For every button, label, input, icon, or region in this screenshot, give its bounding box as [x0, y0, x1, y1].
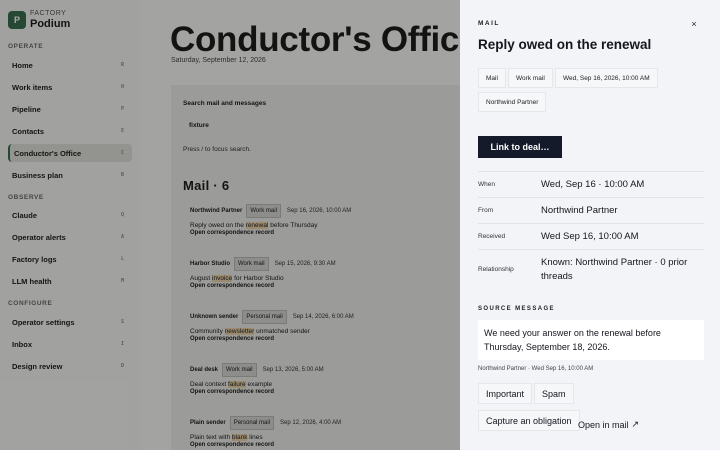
modal-backdrop[interactable]	[0, 0, 460, 450]
link-to-deal-button[interactable]: Link to deal…	[478, 136, 562, 158]
field-relationship: Relationship Known: Northwind Partner · …	[478, 249, 704, 289]
spam-button[interactable]: Spam	[534, 383, 574, 404]
field-when: When Wed, Sep 16 · 10:00 AM	[478, 171, 704, 197]
chip-contact: Northwind Partner	[478, 92, 547, 112]
chip-date: Wed, Sep 16, 2026, 10:00 AM	[555, 68, 658, 88]
external-link-icon: ↗	[631, 419, 640, 429]
chip-category: Work mail	[508, 68, 553, 88]
source-message-meta: Northwind Partner · Wed Sep 16, 10:00 AM	[478, 366, 594, 372]
chip-kind: Mail	[478, 68, 506, 88]
drawer-kicker: MAIL	[478, 20, 500, 27]
close-icon[interactable]: ×	[688, 18, 700, 30]
drawer-title: Reply owed on the renewal	[478, 37, 652, 52]
field-received: Received Wed Sep 16, 10:00 AM	[478, 223, 704, 249]
source-message-body: We need your answer on the renewal befor…	[478, 320, 704, 360]
mail-detail-drawer: MAIL × Reply owed on the renewal Mail Wo…	[460, 0, 720, 450]
important-button[interactable]: Important	[478, 383, 533, 404]
field-from: From Northwind Partner	[478, 197, 704, 223]
capture-obligation-button[interactable]: Capture an obligation	[478, 410, 580, 431]
source-message-label: SOURCE MESSAGE	[478, 306, 555, 312]
open-in-mail-link[interactable]: Open in mail ↗	[578, 419, 639, 430]
